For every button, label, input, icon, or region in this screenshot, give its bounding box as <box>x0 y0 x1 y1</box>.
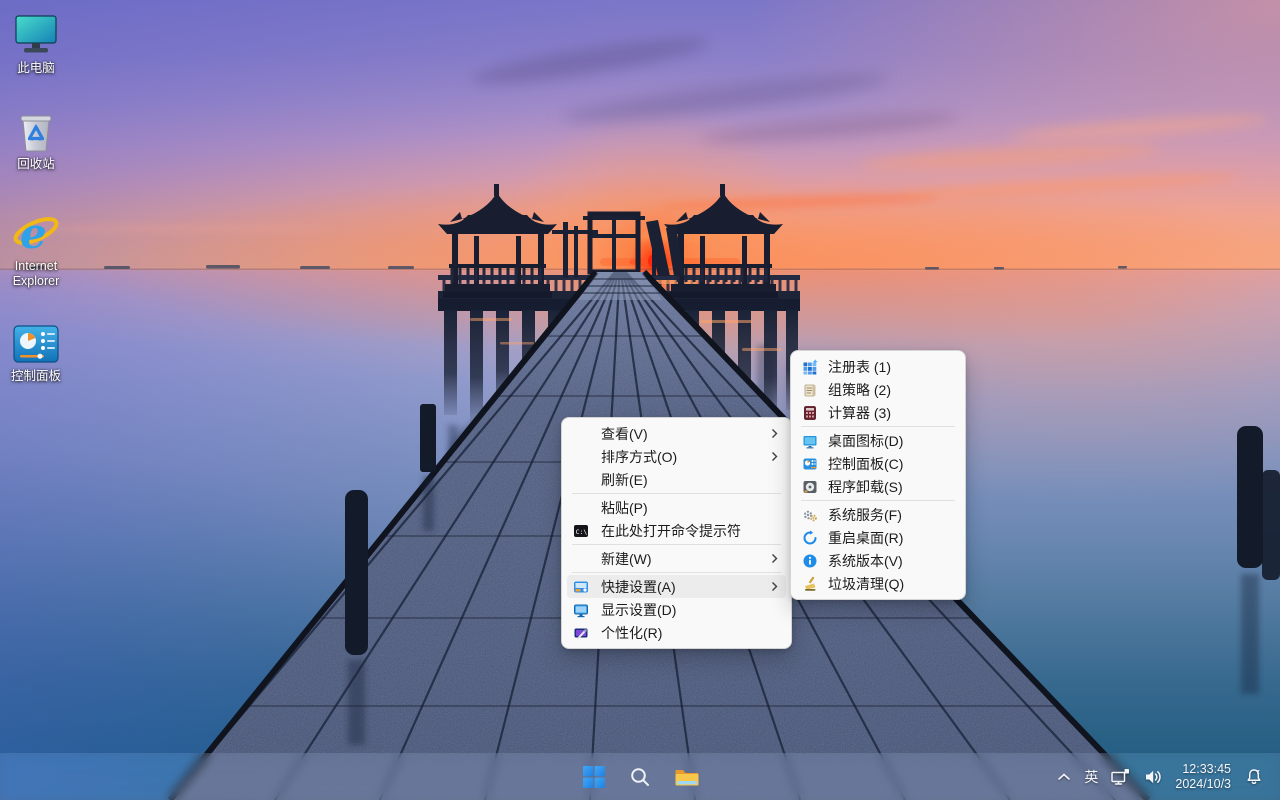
menu-separator <box>572 544 781 545</box>
submenu-item-uninstall[interactable]: 程序卸载(S) <box>796 475 960 498</box>
search-button[interactable] <box>627 764 653 790</box>
menu-separator <box>801 500 955 501</box>
menu-item-refresh[interactable]: 刷新(E) <box>567 468 786 491</box>
svg-text:C:\: C:\ <box>576 528 588 536</box>
quick-settings-submenu: 注册表 (1) 组策略 (2) 计算器 (3) 桌面图标(D) 控制面板 <box>790 350 966 600</box>
submenu-item-registry[interactable]: 注册表 (1) <box>796 355 960 378</box>
control-panel-icon <box>0 322 74 366</box>
menu-item-new[interactable]: 新建(W) <box>567 547 786 570</box>
submenu-item-desktop-icons[interactable]: 桌面图标(D) <box>796 429 960 452</box>
services-gears-icon <box>802 507 818 523</box>
menu-item-open-cmd-here[interactable]: C:\ 在此处打开命令提示符 <box>567 519 786 542</box>
menu-separator <box>572 493 781 494</box>
speaker-icon <box>1143 768 1163 786</box>
notification-center-button[interactable]: z <box>1242 764 1266 790</box>
submenu-item-restart-desktop[interactable]: 重启桌面(R) <box>796 526 960 549</box>
submenu-item-control-panel[interactable]: 控制面板(C) <box>796 452 960 475</box>
submenu-item-calculator[interactable]: 计算器 (3) <box>796 401 960 424</box>
desktop-icon-recycle-bin[interactable]: 回收站 <box>0 110 74 172</box>
notification-bell-icon: z <box>1244 767 1264 787</box>
start-button[interactable] <box>581 764 607 790</box>
menu-item-quick-settings[interactable]: 快捷设置(A) <box>567 575 786 598</box>
desktop-icon-label: 此电脑 <box>0 61 74 76</box>
taskbar: 英 12:33:45 2024/10/3 <box>0 753 1280 800</box>
submenu-item-system-services[interactable]: 系统服务(F) <box>796 503 960 526</box>
control-panel-icon <box>802 456 818 472</box>
svg-text:z: z <box>1257 769 1260 775</box>
restart-icon <box>802 530 818 546</box>
system-tray: 英 12:33:45 2024/10/3 <box>1055 753 1280 800</box>
desktop[interactable]: 此电脑 回收站 e Internet Explorer <box>0 0 1280 800</box>
submenu-item-cleanup[interactable]: 垃圾清理(Q) <box>796 572 960 595</box>
ime-indicator[interactable]: 英 <box>1084 767 1098 787</box>
desktop-icon-this-pc[interactable]: 此电脑 <box>0 14 74 76</box>
menu-separator <box>572 572 781 573</box>
submenu-item-system-version[interactable]: 系统版本(V) <box>796 549 960 572</box>
this-pc-icon <box>0 14 74 58</box>
chevron-up-icon <box>1057 772 1071 782</box>
menu-item-view[interactable]: 查看(V) <box>567 422 786 445</box>
svg-text:e: e <box>20 210 47 256</box>
desktop-icons-icon <box>802 433 818 449</box>
folder-icon <box>674 766 699 787</box>
desktop-icon-label: Internet Explorer <box>0 259 74 289</box>
menu-item-paste[interactable]: 粘贴(P) <box>567 496 786 519</box>
chevron-right-icon <box>771 581 778 592</box>
wallpaper-pier-scene <box>0 0 1280 800</box>
volume-button[interactable] <box>1142 764 1164 790</box>
context-menu: 查看(V) 排序方式(O) 刷新(E) 粘贴(P) C:\ 在此处打开命令提示符… <box>561 417 792 649</box>
chevron-right-icon <box>771 428 778 439</box>
menu-item-sort-by[interactable]: 排序方式(O) <box>567 445 786 468</box>
ethernet-icon <box>1110 768 1130 786</box>
desktop-icon-label: 回收站 <box>0 157 74 172</box>
desktop-icon-control-panel[interactable]: 控制面板 <box>0 322 74 384</box>
cleanup-broom-icon <box>802 576 818 592</box>
group-policy-icon <box>802 382 818 398</box>
file-explorer-button[interactable] <box>673 764 699 790</box>
menu-item-personalize[interactable]: 个性化(R) <box>567 621 786 644</box>
menu-item-display-settings[interactable]: 显示设置(D) <box>567 598 786 621</box>
registry-icon <box>802 359 818 375</box>
submenu-item-group-policy[interactable]: 组策略 (2) <box>796 378 960 401</box>
hidden-icons-chevron[interactable] <box>1055 764 1073 790</box>
internet-explorer-icon: e <box>0 212 74 256</box>
network-button[interactable] <box>1109 764 1131 790</box>
clock-time: 12:33:45 <box>1175 762 1231 777</box>
calculator-icon <box>802 405 818 421</box>
search-icon <box>629 766 651 788</box>
info-icon <box>802 553 818 569</box>
chevron-right-icon <box>771 451 778 462</box>
cmd-icon: C:\ <box>573 523 589 539</box>
desktop-icon-internet-explorer[interactable]: e Internet Explorer <box>0 212 74 289</box>
clock-date: 2024/10/3 <box>1175 777 1231 792</box>
chevron-right-icon <box>771 553 778 564</box>
windows-logo-icon <box>583 766 605 788</box>
personalize-icon <box>573 625 589 641</box>
menu-separator <box>801 426 955 427</box>
display-settings-icon <box>573 602 589 618</box>
quick-settings-icon <box>573 579 589 595</box>
uninstall-icon <box>802 479 818 495</box>
recycle-bin-icon <box>0 110 74 154</box>
desktop-icon-label: 控制面板 <box>0 369 74 384</box>
clock[interactable]: 12:33:45 2024/10/3 <box>1175 762 1231 792</box>
